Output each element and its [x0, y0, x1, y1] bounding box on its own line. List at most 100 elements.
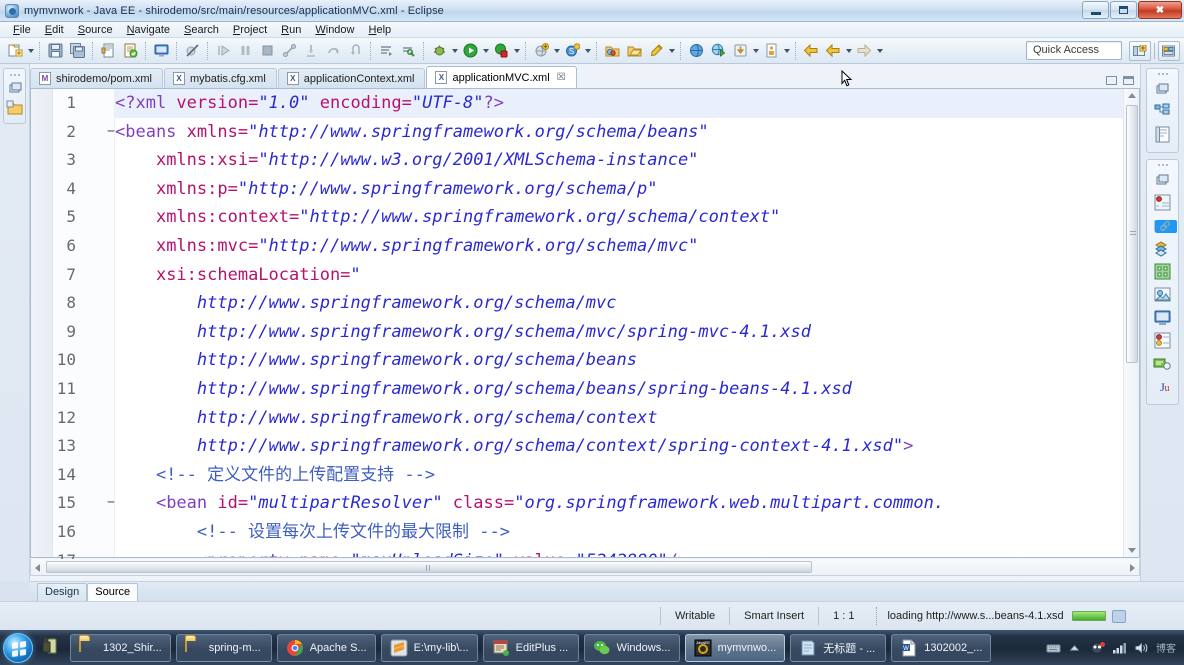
ds-tab-design[interactable]: Design — [37, 583, 88, 601]
code-line[interactable]: xmlns:xsi="http://www.w3.org/2001/XMLSch… — [115, 146, 1123, 175]
code-line[interactable]: http://www.springframework.org/schema/co… — [115, 404, 1123, 433]
keyboard-icon[interactable] — [1046, 641, 1061, 655]
run-last-tool-icon[interactable] — [376, 41, 396, 61]
new-annotation-dropdown-icon[interactable] — [782, 41, 791, 61]
external-tools-icon[interactable] — [398, 41, 418, 61]
taskbar-item-2[interactable]: Apache S... — [276, 633, 376, 662]
ds-tab-source[interactable]: Source — [87, 583, 139, 601]
taskbar-item-4[interactable]: EditPlus ... — [482, 633, 579, 662]
open-type-icon[interactable] — [624, 41, 644, 61]
code-text[interactable]: <?xml version="1.0" encoding="UTF-8"?> <b… — [115, 89, 1123, 557]
new-wizard-icon[interactable] — [5, 41, 25, 61]
palette-view-icon[interactable] — [1153, 285, 1173, 305]
run-dropdown-icon[interactable] — [481, 41, 490, 61]
back-dropdown-icon[interactable] — [844, 41, 853, 61]
new-wizard-dropdown-icon[interactable] — [26, 41, 35, 61]
quick-access-input[interactable]: Quick Access — [1026, 41, 1122, 60]
close-icon[interactable]: ☒ — [557, 72, 566, 83]
minimize-editor-icon[interactable] — [1106, 76, 1117, 85]
scroll-up-arrow-icon[interactable] — [1128, 93, 1136, 98]
open-perspective-button[interactable] — [1129, 41, 1151, 61]
editor-tab-3[interactable]: XapplicationMVC.xml ☒ — [426, 66, 577, 88]
perspective-java-ee-button[interactable] — [1158, 41, 1180, 61]
scroll-down-arrow-icon[interactable] — [1128, 548, 1136, 553]
back-icon[interactable] — [801, 41, 821, 61]
menu-item-run[interactable]: Run — [274, 22, 308, 38]
taskbar-item-3[interactable]: E:\my-lib\... — [380, 633, 478, 662]
code-line[interactable]: <?xml version="1.0" encoding="UTF-8"?> — [115, 89, 1123, 118]
taskbar-item-1[interactable]: spring-m... — [175, 633, 272, 662]
code-line[interactable]: http://www.springframework.org/schema/co… — [115, 432, 1123, 461]
terminate-icon[interactable] — [257, 41, 277, 61]
code-line[interactable]: xsi:schemaLocation=" — [115, 261, 1123, 290]
editor-vertical-scrollbar[interactable] — [1123, 89, 1139, 557]
fold-marker[interactable]: − — [107, 118, 115, 147]
maximize-editor-icon[interactable] — [1123, 76, 1134, 85]
step-over-icon[interactable] — [323, 41, 343, 61]
network-icon[interactable] — [1112, 641, 1127, 655]
menu-item-edit[interactable]: Edit — [38, 22, 71, 38]
quicklaunch-icon[interactable] — [37, 634, 65, 662]
menu-item-file[interactable]: File — [6, 22, 38, 38]
code-line[interactable]: <!-- 设置每次上传文件的最大限制 --> — [115, 518, 1123, 547]
volume-icon[interactable] — [1134, 641, 1149, 655]
fold-marker[interactable]: − — [107, 489, 115, 518]
taskbar-item-5[interactable]: Windows... — [583, 633, 680, 662]
new-annotation-icon[interactable] — [761, 41, 781, 61]
menu-item-window[interactable]: Window — [308, 22, 361, 38]
import-icon[interactable] — [730, 41, 750, 61]
disconnect-icon[interactable] — [279, 41, 299, 61]
editor-horizontal-scrollbar[interactable] — [30, 559, 1140, 576]
menu-item-search[interactable]: Search — [177, 22, 226, 38]
code-line[interactable]: <property name="maxUploadSize" value="52… — [115, 547, 1123, 557]
horizontal-scroll-thumb[interactable] — [46, 561, 812, 573]
step-into-icon[interactable] — [301, 41, 321, 61]
code-line[interactable]: <beans xmlns="http://www.springframework… — [115, 118, 1123, 147]
coverage-dropdown-icon[interactable] — [512, 41, 521, 61]
start-button[interactable] — [3, 632, 33, 663]
console-view-icon[interactable] — [1153, 308, 1173, 328]
status-progress-region[interactable]: loading http://www.s...beans-4.1.xsd — [876, 607, 1126, 625]
code-line[interactable]: http://www.springframework.org/schema/be… — [115, 346, 1123, 375]
save-all-icon[interactable] — [67, 41, 87, 61]
restore-view-icon[interactable] — [6, 79, 24, 97]
debug-icon[interactable] — [429, 41, 449, 61]
scroll-right-arrow-icon[interactable] — [1130, 564, 1135, 572]
code-line[interactable]: xmlns:mvc="http://www.springframework.or… — [115, 232, 1123, 261]
run-on-server-dropdown-icon[interactable] — [552, 41, 561, 61]
back-history-icon[interactable] — [823, 41, 843, 61]
vertical-scroll-thumb[interactable] — [1126, 105, 1138, 363]
show-hidden-icons-icon[interactable] — [1068, 641, 1083, 655]
progress-view-icon[interactable] — [1111, 609, 1126, 623]
profile-dropdown-icon[interactable] — [583, 41, 592, 61]
resume-icon[interactable] — [213, 41, 233, 61]
editor-tab-0[interactable]: Mshirodemo/pom.xml — [30, 68, 163, 88]
code-line[interactable]: xmlns:p="http://www.springframework.org/… — [115, 175, 1123, 204]
search-icon[interactable] — [646, 41, 666, 61]
new-dynamic-web-project-icon[interactable] — [708, 41, 728, 61]
code-line[interactable]: <bean id="multipartResolver" class="org.… — [115, 489, 1123, 518]
menu-item-project[interactable]: Project — [226, 22, 274, 38]
editor-tab-2[interactable]: XapplicationContext.xml — [277, 68, 426, 88]
junit-view-icon[interactable]: Ju — [1153, 377, 1173, 397]
forward-icon[interactable] — [854, 41, 874, 61]
close-button[interactable]: ✖ — [1138, 1, 1182, 19]
antivirus-icon[interactable] — [1090, 641, 1105, 655]
code-line[interactable]: http://www.springframework.org/schema/mv… — [115, 318, 1123, 347]
forward-dropdown-icon[interactable] — [875, 41, 884, 61]
minimize-button[interactable] — [1082, 1, 1109, 19]
run-on-server-icon[interactable] — [531, 41, 551, 61]
restore-view-icon[interactable] — [1153, 79, 1173, 99]
validate-icon[interactable] — [120, 41, 140, 61]
coverage-icon[interactable] — [491, 41, 511, 61]
new-java-project-icon[interactable] — [602, 41, 622, 61]
menu-item-navigate[interactable]: Navigate — [120, 22, 177, 38]
code-line[interactable]: <!-- 定义文件的上传配置支持 --> — [115, 461, 1123, 490]
snippets-view-icon[interactable] — [1153, 262, 1173, 282]
open-console-icon[interactable] — [151, 41, 171, 61]
problems-view-icon[interactable] — [1153, 331, 1173, 351]
save-icon[interactable] — [45, 41, 65, 61]
outline-view-icon[interactable] — [1153, 102, 1173, 122]
code-line[interactable]: http://www.springframework.org/schema/be… — [115, 375, 1123, 404]
rail-drag-handle[interactable] — [1147, 162, 1178, 167]
